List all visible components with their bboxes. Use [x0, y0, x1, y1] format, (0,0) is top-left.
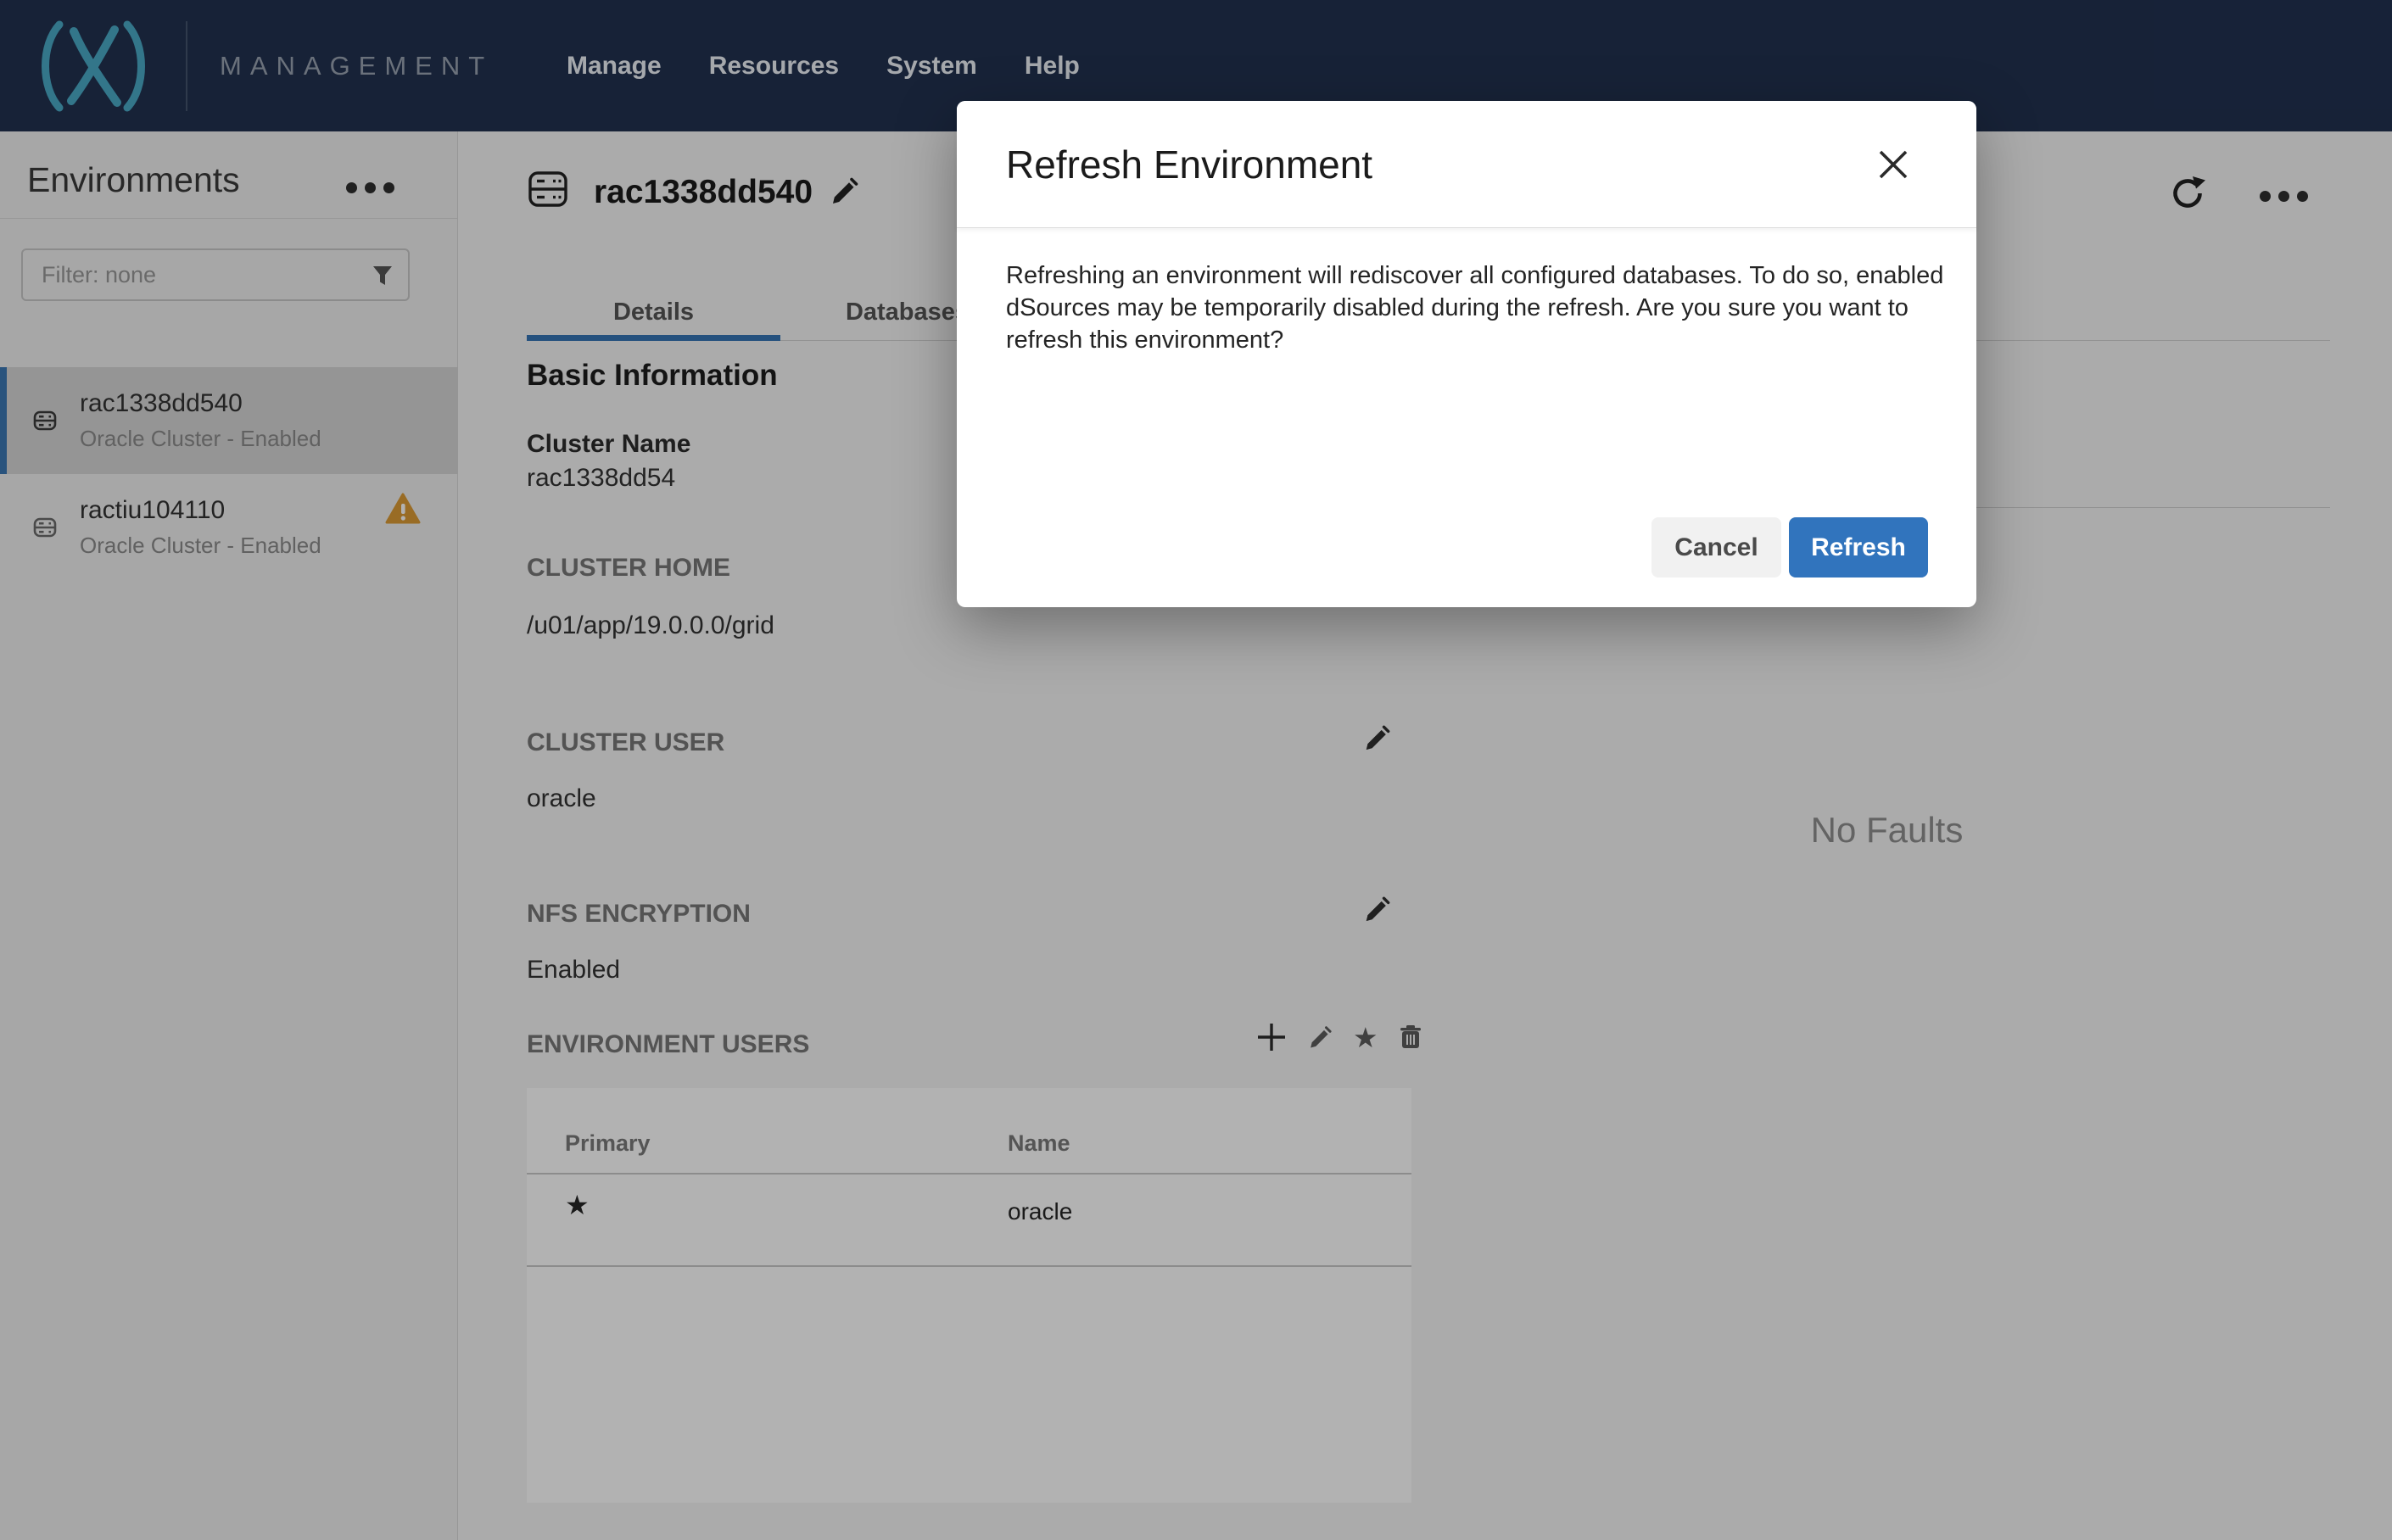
refresh-button[interactable]: Refresh: [1789, 517, 1928, 578]
refresh-environment-dialog: Refresh Environment Refreshing an enviro…: [957, 101, 1976, 607]
dialog-title: Refresh Environment: [1006, 142, 1373, 187]
dialog-body-line: refresh this environment?: [1006, 326, 1284, 354]
close-icon[interactable]: [1877, 148, 1909, 181]
cancel-button[interactable]: Cancel: [1651, 517, 1781, 578]
dialog-body-line: dSources may be temporarily disabled dur…: [1006, 294, 1909, 321]
app-root: MANAGEMENT Manage Resources System Help …: [0, 0, 2392, 1540]
dialog-header: Refresh Environment: [957, 101, 1976, 228]
dialog-body-line: Refreshing an environment will rediscove…: [1006, 262, 1944, 289]
